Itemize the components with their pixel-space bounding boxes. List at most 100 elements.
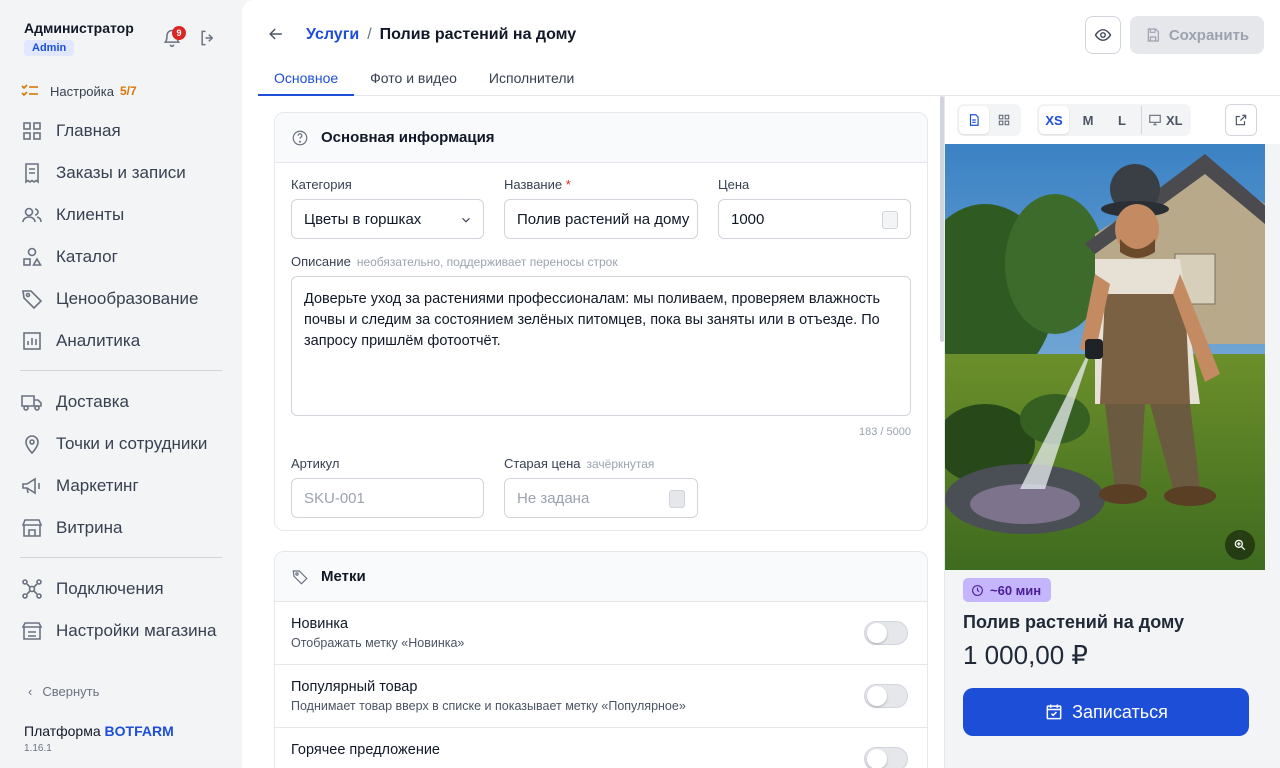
toggle-popular[interactable] — [864, 684, 908, 708]
card-header: Метки — [275, 552, 927, 602]
nav-item-storefront[interactable]: Витрина — [20, 507, 222, 549]
main-panel: Услуги / Полив растений на дому Сохранит… — [242, 0, 1280, 768]
user-block: Администратор Admin — [24, 20, 134, 56]
setup-progress: 5/7 — [120, 84, 137, 98]
tab-media[interactable]: Фото и видео — [354, 66, 473, 95]
category-select[interactable]: Цветы в горшках — [291, 199, 484, 239]
preview-toolbar: XS M L XL — [945, 96, 1280, 144]
role-badge: Admin — [24, 40, 75, 56]
nav-label: Аналитика — [56, 331, 141, 350]
chevron-left-icon: ‹ — [28, 684, 33, 699]
toggle-hot[interactable] — [864, 747, 908, 768]
nav-item-store-settings[interactable]: Настройки магазина — [20, 610, 222, 652]
tag-title: Горячее предложение — [291, 742, 440, 758]
nav-item-catalog[interactable]: Каталог — [20, 236, 222, 278]
old-price-stepper[interactable] — [669, 490, 685, 508]
tag-subtitle: Поднимает товар вверх в списке и показыв… — [291, 699, 686, 713]
preview-toggle-button[interactable] — [1085, 16, 1121, 54]
tab-basic[interactable]: Основное — [258, 66, 355, 96]
platform-prefix: Платформа — [24, 723, 101, 739]
nav-item-analytics[interactable]: Аналитика — [20, 320, 222, 362]
eye-icon — [1094, 29, 1112, 41]
breadcrumb: Услуги / Полив растений на дому — [306, 26, 576, 44]
nav-label: Витрина — [56, 518, 123, 537]
store-icon — [21, 519, 43, 537]
external-link-icon — [1235, 114, 1247, 126]
megaphone-icon — [22, 477, 40, 495]
zoom-button[interactable] — [1225, 530, 1255, 560]
breadcrumb-separator: / — [367, 26, 372, 43]
nav-divider — [20, 370, 222, 371]
user-name: Администратор — [24, 20, 134, 36]
save-icon — [1147, 28, 1159, 42]
nav-item-delivery[interactable]: Доставка — [20, 381, 222, 423]
product-photo — [945, 144, 1265, 570]
size-xl-label: XL — [1166, 112, 1183, 128]
nav-label: Доставка — [56, 392, 130, 411]
open-external-button[interactable] — [1225, 104, 1257, 136]
size-l-button[interactable]: L — [1107, 106, 1137, 134]
nav-item-integrations[interactable]: Подключения — [20, 568, 222, 610]
price-stepper[interactable] — [882, 211, 898, 229]
tags-card: Метки Новинка Отображать метку «Новинка»… — [274, 551, 928, 768]
size-switch: XS M L XL — [1037, 104, 1191, 136]
name-value: Полив растений на дому — [517, 210, 690, 228]
toggle-new[interactable] — [864, 621, 908, 645]
tag-icon — [22, 290, 43, 310]
nav-item-marketing[interactable]: Маркетинг — [20, 465, 222, 507]
nav-setup[interactable]: Настройка 5/7 — [20, 80, 222, 102]
size-xs-button[interactable]: XS — [1039, 106, 1069, 134]
old-price-input[interactable]: Не задана — [504, 478, 698, 518]
duration-text: ~60 мин — [990, 582, 1042, 598]
tag-title: Новинка — [291, 616, 349, 632]
old-price-label: Старая цена зачёркнутая — [504, 456, 654, 471]
book-label: Записаться — [1072, 701, 1168, 722]
nav-label: Главная — [56, 121, 121, 140]
tag-row-hot: Горячее предложение — [275, 728, 927, 768]
page-title: Полив растений на дому — [379, 26, 577, 43]
page-view-button[interactable] — [959, 106, 989, 134]
name-input[interactable]: Полив растений на дому — [504, 199, 698, 239]
tag-row-popular: Популярный товар Поднимает товар вверх в… — [275, 665, 927, 728]
breadcrumb-services-link[interactable]: Услуги — [306, 26, 359, 44]
truck-icon — [21, 395, 42, 411]
store-settings-icon — [21, 622, 43, 640]
back-arrow-icon[interactable] — [266, 24, 286, 44]
platform-brand: BOTFARM — [104, 723, 174, 739]
tab-performers[interactable]: Исполнители — [473, 66, 590, 95]
logout-icon[interactable] — [198, 28, 218, 48]
sku-input[interactable]: SKU-001 — [291, 478, 484, 518]
size-m-button[interactable]: M — [1073, 106, 1103, 134]
nav-item-home[interactable]: Главная — [20, 110, 222, 152]
tag-subtitle: Отображать метку «Новинка» — [291, 636, 465, 650]
description-textarea[interactable]: Доверьте уход за растениями профессионал… — [291, 276, 911, 416]
book-button[interactable]: Записаться — [963, 688, 1249, 736]
old-price-hint: зачёркнутая — [586, 457, 655, 471]
char-counter: 183 / 5000 — [859, 426, 911, 438]
collapse-label: Свернуть — [42, 684, 100, 699]
chart-icon — [23, 332, 41, 350]
receipt-icon — [25, 163, 39, 184]
platform-label: Платформа BOTFARM — [24, 723, 174, 739]
preview-panel: XS M L XL ~60 мин Полив растений на дому… — [944, 96, 1280, 768]
price-value: 1000 — [731, 210, 765, 228]
grid-view-button[interactable] — [989, 106, 1019, 134]
nav-item-orders[interactable]: Заказы и записи — [20, 152, 222, 194]
save-button[interactable]: Сохранить — [1130, 16, 1264, 54]
nav-setup-label: Настройка — [50, 83, 114, 99]
description-label: Описание необязательно, поддерживает пере… — [291, 254, 618, 269]
map-pin-icon — [25, 435, 39, 455]
card-title: Основная информация — [321, 129, 495, 146]
nav-item-pricing[interactable]: Ценообразование — [20, 278, 222, 320]
size-xl-button[interactable]: XL — [1141, 106, 1189, 134]
collapse-button[interactable]: ‹ Свернуть — [28, 684, 99, 699]
price-input[interactable]: 1000 — [718, 199, 911, 239]
nav-item-locations[interactable]: Точки и сотрудники — [20, 423, 222, 465]
form-area: Основная информация Категория Цветы в го… — [258, 96, 944, 768]
preview-title: Полив растений на дому — [963, 612, 1185, 632]
chevron-down-icon — [462, 217, 470, 223]
nav-label: Точки и сотрудники — [56, 434, 208, 453]
nav-item-clients[interactable]: Клиенты — [20, 194, 222, 236]
nav-label: Заказы и записи — [56, 163, 186, 182]
notification-count-badge: 9 — [172, 26, 186, 40]
